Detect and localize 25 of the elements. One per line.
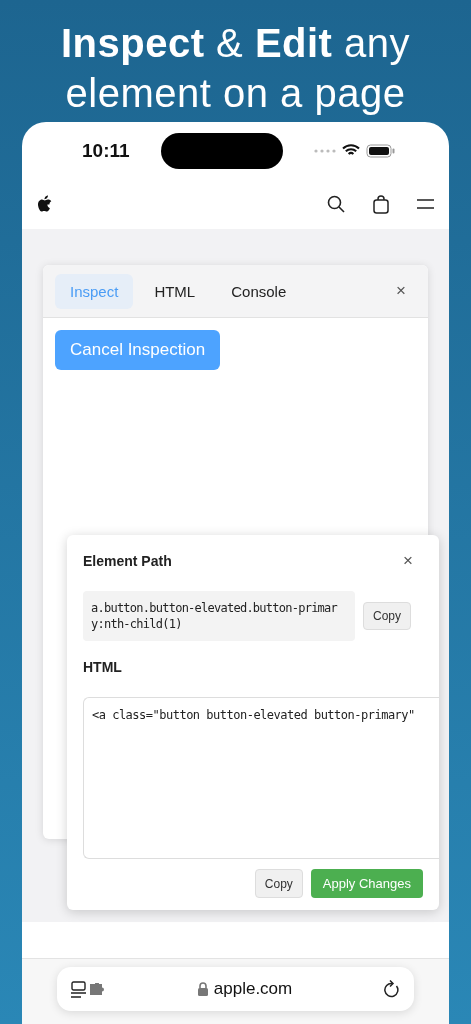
search-icon[interactable] <box>327 195 345 213</box>
apple-logo-icon[interactable] <box>37 195 52 213</box>
signal-icon <box>314 148 336 153</box>
tab[interactable]: HTML <box>139 273 211 309</box>
tab[interactable]: Console <box>216 273 302 309</box>
close-button[interactable]: × <box>386 277 416 305</box>
bag-icon[interactable] <box>373 194 389 214</box>
element-path-text: a.button.button-elevated.button-primary:nth-child(1) <box>83 591 355 641</box>
close-button[interactable]: × <box>393 547 423 575</box>
battery-icon <box>366 143 395 158</box>
wifi-icon <box>342 144 360 157</box>
page-menu-icon[interactable] <box>71 980 87 998</box>
puzzle-piece-icon[interactable] <box>90 983 107 995</box>
headline: Inspect & Edit any element on a page <box>59 20 412 117</box>
copy-button[interactable]: Copy <box>254 869 303 898</box>
html-editor-field[interactable]: <a class="button button-elevated button-primary" <box>83 697 439 859</box>
copy-button[interactable]: Copy <box>363 602 411 630</box>
dialog-title: Element Path <box>83 553 172 569</box>
address-bar[interactable]: apple.com <box>57 967 414 1011</box>
clock-time: 10:11 <box>82 139 130 162</box>
lock-icon <box>197 982 208 996</box>
url-text: apple.com <box>213 979 293 999</box>
menu-icon[interactable] <box>417 199 434 209</box>
html-label: HTML <box>83 659 123 675</box>
reload-icon[interactable] <box>383 980 400 998</box>
